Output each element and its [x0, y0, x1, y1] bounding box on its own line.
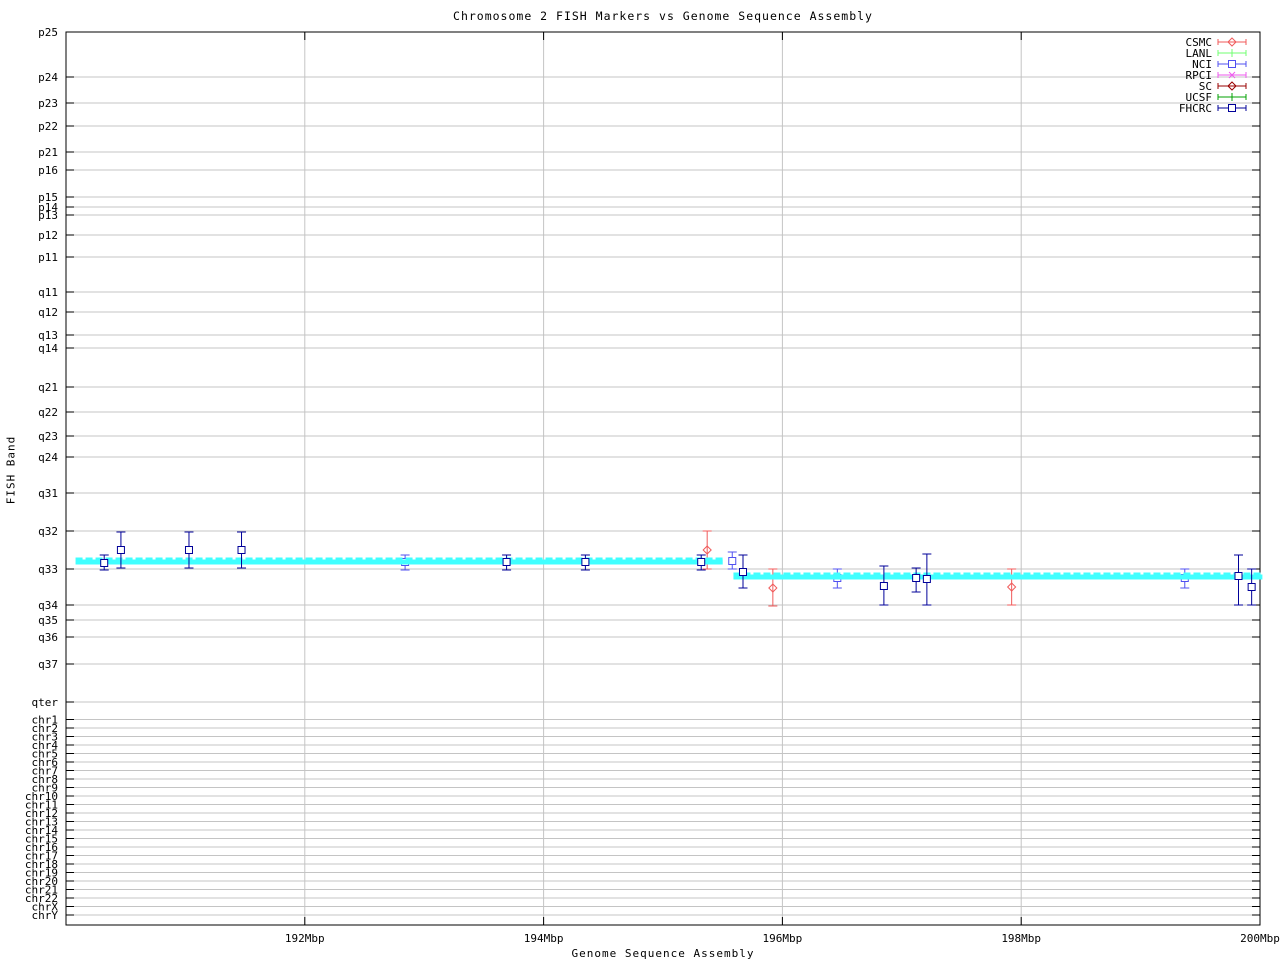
- y-tick-label: q12: [38, 306, 58, 319]
- y-tick-label: q13: [38, 329, 58, 342]
- y-tick-label: q14: [38, 342, 58, 355]
- y-tick-label: q32: [38, 525, 58, 538]
- x-axis-label: Genome Sequence Assembly: [571, 947, 755, 960]
- fish-marker-chart: Chromosome 2 FISH Markers vs Genome Sequ…: [0, 0, 1280, 960]
- point-marker-square: [728, 557, 737, 565]
- data-point: [922, 553, 932, 606]
- x-tick-label: 196Mbp: [763, 932, 803, 945]
- point-marker-square: [1228, 104, 1236, 112]
- gridlines: [66, 31, 1261, 925]
- y-tick-label: q11: [38, 286, 58, 299]
- y-tick-label: p11: [38, 251, 58, 264]
- point-marker-square: [912, 574, 921, 582]
- plot-svg: p25p24p23p22p21p16p15p14p13p12p11q11q12q…: [25, 26, 1280, 945]
- y-tick-label: p21: [38, 146, 58, 159]
- point-marker-square: [1228, 60, 1236, 68]
- y-tick-label: q21: [38, 381, 58, 394]
- x-tick-label: 200Mbp: [1240, 932, 1280, 945]
- y-tick-labels: p25p24p23p22p21p16p15p14p13p12p11q11q12q…: [25, 26, 58, 922]
- y-tick-label: q24: [38, 451, 58, 464]
- y-tick-label: q31: [38, 487, 58, 500]
- y-tick-label: p23: [38, 97, 58, 110]
- y-tick-label: q35: [38, 614, 58, 627]
- y-tick-label: p16: [38, 164, 58, 177]
- data-point: [727, 551, 737, 570]
- data-point: [580, 554, 590, 571]
- y-tick-label: q37: [38, 658, 58, 671]
- data-point: [879, 565, 889, 606]
- y-tick-label: p12: [38, 229, 58, 242]
- point-marker-square: [738, 568, 747, 576]
- point-marker-square: [184, 546, 193, 554]
- tick-marks: [66, 31, 1261, 925]
- y-tick-label: q36: [38, 631, 58, 644]
- y-axis-label: FISH Band: [4, 435, 18, 505]
- y-tick-label: q33: [38, 563, 58, 576]
- legend-label: FHCRC: [1179, 102, 1212, 115]
- y-tick-label: q22: [38, 406, 58, 419]
- point-marker-square: [581, 558, 590, 566]
- y-tick-label: q23: [38, 430, 58, 443]
- data-point: [1234, 554, 1244, 606]
- point-marker-square: [697, 558, 706, 566]
- point-marker-square: [879, 582, 888, 590]
- data-point: [99, 554, 109, 571]
- point-marker-square: [502, 558, 511, 566]
- x-tick-labels: 192Mbp 194Mbp 196Mbp 198Mbp 200Mbp: [285, 932, 1280, 945]
- chart-title: Chromosome 2 FISH Markers vs Genome Sequ…: [453, 9, 873, 23]
- x-tick-label: 194Mbp: [524, 932, 564, 945]
- x-tick-label: 198Mbp: [1001, 932, 1041, 945]
- y-tick-label: q34: [38, 599, 58, 612]
- y-tick-label: p24: [38, 71, 58, 84]
- series-NCI: [400, 551, 1190, 589]
- y-tick-label: p25: [38, 26, 58, 39]
- point-marker-square: [237, 546, 246, 554]
- data-point: [502, 554, 512, 571]
- point-marker-square: [1234, 572, 1243, 580]
- x-tick-label: 192Mbp: [285, 932, 325, 945]
- data-point: [738, 554, 748, 589]
- y-tick-label: p13: [38, 209, 58, 222]
- plot-border: [65, 31, 1261, 926]
- band-assignment-lines: [75, 557, 1263, 580]
- point-marker-square: [116, 546, 125, 554]
- legend-entry-RPCI: RPCI: [1186, 69, 1247, 82]
- data-point: [911, 567, 921, 593]
- legend-entry-FHCRC: FHCRC: [1179, 102, 1247, 115]
- point-marker-square: [922, 575, 931, 583]
- y-tick-label: qter: [32, 696, 59, 709]
- point-marker-square: [1247, 583, 1256, 591]
- point-marker-square: [100, 559, 109, 567]
- y-tick-label: chrY: [32, 909, 59, 922]
- data-point: [696, 554, 706, 571]
- y-tick-label: p22: [38, 120, 58, 133]
